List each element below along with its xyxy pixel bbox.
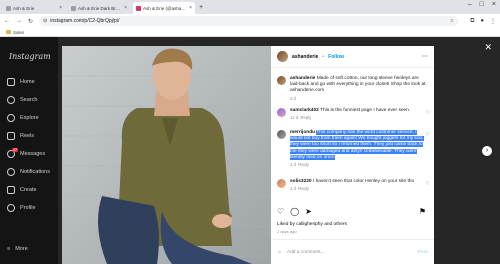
post-details-panel: ashanderie • Follow ⋯ ashanderie Made of… [271, 46, 434, 264]
comment-icon[interactable]: ◯ [290, 207, 299, 216]
avatar[interactable] [277, 130, 286, 139]
post-username[interactable]: ashanderie [292, 54, 318, 60]
add-comment-bar: ☺ Add a comment... Post [271, 239, 434, 264]
comment: merrijondu This company has the word cus… [277, 130, 427, 168]
avatar[interactable] [277, 51, 288, 62]
post-photo[interactable] [62, 46, 271, 264]
close-tab-icon[interactable]: × [124, 5, 127, 11]
comment-username[interactable]: merrijondu [290, 130, 315, 135]
plus-icon [7, 186, 15, 194]
favicon-icon [6, 5, 11, 11]
like-comment-icon[interactable]: ♡ [426, 132, 430, 138]
caption-age: 2 d [290, 95, 296, 101]
reply-button[interactable]: Reply [300, 115, 311, 120]
close-window-icon[interactable]: × [492, 1, 496, 8]
forward-icon[interactable]: → [16, 18, 22, 24]
comment-text: I haven't seen that color Henley on your… [312, 179, 415, 184]
home-icon [7, 78, 15, 86]
comment-username[interactable]: solis3220 [290, 179, 312, 184]
reload-icon[interactable]: ↻ [28, 18, 33, 25]
comment-input[interactable]: Add a comment... [287, 250, 325, 255]
avatar[interactable] [277, 76, 286, 85]
nav-messages[interactable]: 17 Messages [7, 148, 45, 158]
comment-age: 2 d [290, 186, 296, 192]
reels-icon [7, 132, 15, 140]
comment-text: This is the funniest page I have ever se… [320, 108, 411, 113]
save-icon[interactable]: ⚑ [419, 207, 426, 216]
nav-search[interactable]: Search [7, 96, 37, 104]
browser-tab-bar: Ash & Erie× Ash & Erie Dark Brown Bounce… [0, 0, 500, 14]
search-icon [7, 96, 15, 104]
browser-tab-active[interactable]: Ash & Erie (@ashanderie) • Inst× [133, 2, 195, 14]
likes-summary[interactable]: Liked by calligheriphy and others [277, 222, 347, 227]
instagram-logo[interactable]: Instagram [9, 52, 51, 61]
back-icon[interactable]: ← [4, 18, 10, 24]
post-actions: ♡ ◯ ➤ [277, 207, 312, 216]
window-controls: – □ × [468, 1, 496, 8]
more-options-icon[interactable]: ⋯ [422, 53, 428, 60]
heart-icon [7, 168, 15, 176]
url-field[interactable]: ⊙ instagram.com/p/C2-QbrQpj/pi/ ☆ [39, 16, 459, 26]
new-tab-button[interactable]: + [199, 2, 203, 14]
post-comment-button[interactable]: Post [418, 250, 428, 255]
nav-home[interactable]: Home [7, 78, 35, 86]
bookmark-folder[interactable]: Sales [13, 30, 24, 35]
compass-icon [7, 114, 15, 122]
star-icon[interactable]: ☆ [450, 18, 454, 24]
site-info-icon[interactable]: ⊙ [43, 18, 47, 24]
separator-dot: • [322, 53, 325, 60]
favicon-icon [71, 5, 76, 11]
instagram-favicon-icon [136, 5, 141, 11]
like-icon[interactable]: ♡ [277, 207, 284, 216]
folder-icon [6, 30, 11, 34]
reply-button[interactable]: Reply [298, 162, 309, 167]
comment: samclark402 This is the funniest page I … [277, 108, 427, 121]
comment-username[interactable]: samclark402 [290, 108, 319, 113]
nav-create[interactable]: Create [7, 186, 37, 194]
avatar[interactable] [277, 108, 286, 117]
follow-button[interactable]: Follow [328, 54, 344, 60]
browser-tab[interactable]: Ash & Erie × [3, 2, 65, 14]
reply-button[interactable]: Reply [298, 186, 309, 191]
share-icon[interactable]: ➤ [305, 207, 312, 216]
instagram-page: Instagram Home Search Explore Reels 17 Me… [0, 37, 500, 264]
close-tab-icon[interactable]: × [189, 5, 192, 11]
bookmarks-bar: Sales [0, 28, 500, 37]
comment-age: 2 d [290, 162, 296, 168]
model-photo-illustration [62, 46, 271, 264]
comment-username[interactable]: ashanderie [290, 76, 315, 81]
next-post-icon[interactable]: › [482, 146, 492, 156]
nav-more[interactable]: ≡ More [7, 246, 28, 252]
maximize-icon[interactable]: □ [480, 1, 484, 8]
minimize-icon[interactable]: – [468, 1, 472, 8]
extensions-icon[interactable]: ⧉ [470, 18, 474, 25]
close-tab-icon[interactable]: × [59, 5, 62, 11]
comment: solis3220 I haven't seen that color Henl… [277, 179, 427, 192]
browser-tab[interactable]: Ash & Erie Dark Brown Bouncer× [68, 2, 130, 14]
menu-icon: ≡ [7, 246, 11, 252]
messenger-icon: 17 [7, 148, 18, 158]
post-header: ashanderie • Follow [271, 46, 434, 68]
nav-reels[interactable]: Reels [7, 132, 34, 140]
like-comment-icon[interactable]: ♡ [426, 110, 430, 116]
close-icon[interactable]: ✕ [484, 42, 492, 53]
address-bar-row: ← → ↻ ⊙ instagram.com/p/C2-QbrQpj/pi/ ☆ … [0, 14, 500, 28]
profile-icon [7, 204, 15, 212]
sidebar: Instagram Home Search Explore Reels 17 Me… [0, 37, 58, 264]
avatar[interactable] [277, 179, 286, 188]
nav-notifications[interactable]: Notifications [7, 168, 50, 176]
nav-profile[interactable]: Profile [7, 204, 36, 212]
comment-age: 12 d [290, 115, 299, 121]
like-comment-icon[interactable]: ♡ [426, 181, 430, 187]
emoji-icon[interactable]: ☺ [277, 250, 282, 255]
caption: ashanderie Made of soft cotton, our long… [277, 76, 427, 102]
unread-badge: 17 [12, 148, 18, 152]
post-date: 2 days ago [277, 229, 297, 234]
nav-explore[interactable]: Explore [7, 114, 39, 122]
browser-menu-icon[interactable]: ⋮ [490, 18, 496, 25]
profile-avatar-icon[interactable]: ● [480, 18, 484, 24]
url-text: instagram.com/p/C2-QbrQpj/pi/ [50, 18, 120, 24]
post-modal: ashanderie • Follow ⋯ ashanderie Made of… [62, 46, 434, 264]
